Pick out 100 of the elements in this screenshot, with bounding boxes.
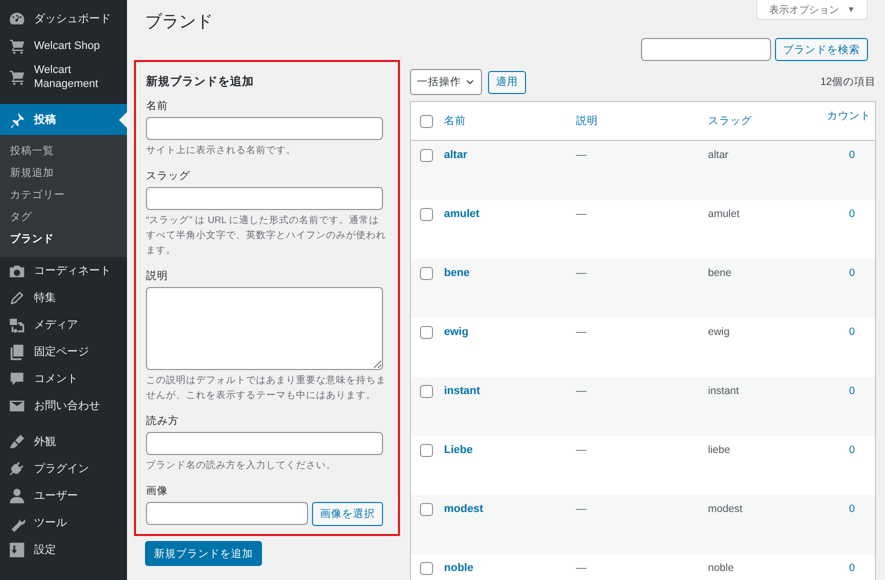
description-cell: — (576, 503, 586, 515)
description-cell: — (576, 444, 586, 456)
slug-cell: altar (708, 149, 728, 161)
submenu-item[interactable]: ブランド (0, 228, 127, 250)
sidebar-menu-item[interactable]: Welcart Shop (0, 32, 127, 59)
count-link[interactable]: 0 (849, 385, 855, 397)
row-checkbox[interactable] (420, 149, 433, 162)
sidebar-menu-item[interactable]: ユーザー (0, 482, 127, 509)
input-field[interactable] (146, 117, 383, 140)
row-checkbox[interactable] (420, 503, 433, 516)
field-label: 画像 (146, 484, 169, 498)
brand-name-link[interactable]: altar (444, 149, 468, 161)
row-checkbox[interactable] (420, 267, 433, 280)
page-title: ブランド (145, 11, 213, 33)
select-all-checkbox[interactable] (420, 114, 433, 128)
field-label: 読み方 (146, 414, 180, 428)
description-cell: — (576, 208, 586, 220)
brand-name-link[interactable]: ewig (444, 326, 468, 338)
description-cell: — (576, 385, 586, 397)
row-checkbox[interactable] (420, 562, 433, 575)
count-link[interactable]: 0 (849, 326, 855, 338)
column-header[interactable]: カウント (821, 109, 875, 123)
count-link[interactable]: 0 (849, 562, 855, 574)
slug-cell: modest (708, 503, 742, 515)
item-count: 12個の項目 (820, 75, 876, 89)
user-icon (8, 486, 26, 504)
brand-name-link[interactable]: instant (444, 385, 480, 397)
submenu-item[interactable]: カテゴリー (0, 184, 127, 206)
slug-cell: liebe (708, 444, 730, 456)
submenu-item[interactable]: タグ (0, 206, 127, 228)
add-brand-button[interactable]: 新規ブランドを追加 (145, 541, 262, 566)
field-label: スラッグ (146, 169, 191, 183)
field-label: 説明 (146, 269, 169, 283)
cart-icon (8, 36, 26, 54)
column-header[interactable]: スラッグ (708, 114, 821, 128)
count-link[interactable]: 0 (849, 149, 855, 161)
sidebar-menu-item[interactable]: 特集 (0, 284, 127, 311)
row-checkbox[interactable] (420, 326, 433, 339)
settings-icon (8, 540, 26, 558)
count-link[interactable]: 0 (849, 503, 855, 515)
sidebar-menu-item[interactable]: コーディネート (0, 257, 127, 284)
input-field[interactable] (146, 502, 308, 525)
description-cell: — (576, 562, 586, 574)
brand-name-link[interactable]: noble (444, 562, 474, 574)
row-checkbox[interactable] (420, 444, 433, 457)
count-link[interactable]: 0 (849, 208, 855, 220)
brand-name-link[interactable]: bene (444, 267, 470, 279)
submenu-item[interactable]: 投稿一覧 (0, 140, 127, 162)
pages-icon (8, 342, 26, 360)
plug-icon (8, 460, 26, 478)
sidebar-menu-item[interactable]: プラグイン (0, 455, 127, 482)
select-image-button[interactable]: 画像を選択 (312, 502, 383, 526)
column-header[interactable]: 名前 (444, 114, 576, 128)
row-checkbox[interactable] (420, 208, 433, 221)
dashboard-icon (8, 10, 26, 28)
search-button[interactable]: ブランドを検索 (775, 38, 868, 61)
form-heading: 新規ブランドを追加 (146, 74, 255, 89)
sidebar-menu-item[interactable]: ダッシュボード (0, 5, 127, 32)
sidebar-menu-item[interactable]: ツール (0, 509, 127, 536)
slug-cell: ewig (708, 326, 730, 338)
input-field[interactable] (146, 432, 383, 455)
column-header[interactable]: 説明 (576, 114, 708, 128)
pin-icon (8, 110, 26, 128)
sidebar-menu-item[interactable]: メディア (0, 311, 127, 338)
sidebar-menu-item[interactable]: Welcart Management (0, 59, 127, 95)
sidebar-menu-item[interactable]: 投稿 (0, 104, 127, 135)
cart-icon (8, 68, 26, 86)
slug-cell: amulet (708, 208, 740, 220)
input-field[interactable] (146, 187, 383, 210)
submenu-item[interactable]: 新規追加 (0, 162, 127, 184)
description-cell: — (576, 267, 586, 279)
textarea-field[interactable] (146, 287, 383, 370)
slug-cell: bene (708, 267, 732, 279)
sidebar-menu-item[interactable]: お問い合わせ (0, 392, 127, 419)
count-link[interactable]: 0 (849, 444, 855, 456)
count-link[interactable]: 0 (849, 267, 855, 279)
brand-name-link[interactable]: modest (444, 503, 484, 515)
sidebar-menu-item[interactable]: コメント (0, 365, 127, 392)
field-label: 名前 (146, 99, 169, 113)
screen-options-button[interactable]: 表示オプション ▼ (756, 0, 868, 20)
brand-name-link[interactable]: Liebe (444, 444, 473, 456)
sidebar-menu-item[interactable]: 固定ページ (0, 338, 127, 365)
field-description: この説明はデフォルトではあまり重要な意味を持ちませんが、これを表示するテーマも中にはあります。 (146, 374, 387, 403)
slug-cell: instant (708, 385, 739, 397)
comment-icon (8, 370, 26, 388)
apply-button[interactable]: 適用 (488, 70, 526, 94)
slug-cell: noble (708, 562, 734, 574)
chevron-down-icon (465, 77, 475, 87)
pencil-icon (8, 288, 26, 306)
brand-name-link[interactable]: amulet (444, 208, 480, 220)
field-description: “スラッグ” は URL に適した形式の名前です。通常はすべて半角小文字で、英数字とハイフンのみが使われます。 (146, 214, 387, 258)
sidebar-menu-item[interactable]: 設定 (0, 536, 127, 563)
field-description: ブランド名の読み方を入力してください。 (146, 459, 337, 473)
sidebar-menu-item[interactable]: 外観 (0, 428, 127, 455)
search-field[interactable] (641, 38, 771, 61)
media-icon (8, 316, 26, 334)
description-cell: — (576, 149, 586, 161)
row-checkbox[interactable] (420, 385, 433, 398)
brush-icon (8, 432, 26, 450)
bulk-actions-dropdown[interactable]: 一括操作 (410, 69, 482, 95)
